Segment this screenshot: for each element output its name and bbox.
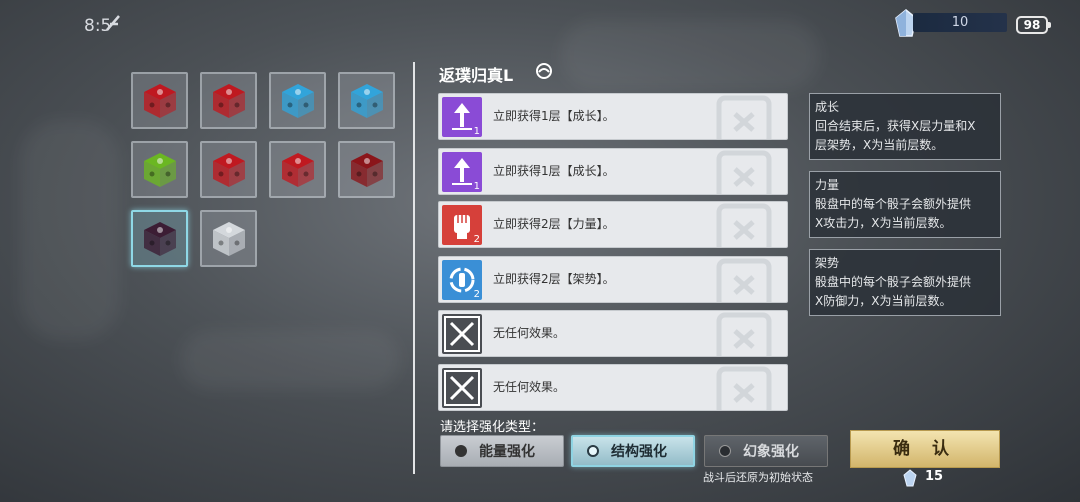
dice-cube-icon [143,221,176,256]
dice-red-blue-1[interactable] [200,141,257,198]
stance-shield-icon: 2 [442,260,482,300]
bg-streak [180,330,400,390]
radio-dot-icon [719,445,731,457]
strength-fist-icon: 2 [442,205,482,245]
effect-card: 1 立即获得1层【成长】。 [438,148,788,195]
bg-streak [20,120,120,340]
growth-icon: 1 [442,152,482,192]
dice-red-blue-2[interactable] [269,141,326,198]
tooltip-line1: 骰盘中的每个骰子会额外提供 [815,275,972,289]
dice-cube-icon [350,152,383,187]
dice-dark-purple[interactable] [131,210,188,267]
dice-dark-red[interactable] [338,141,395,198]
dice-red-2[interactable] [200,72,257,129]
card-watermark-icon [716,95,772,139]
panel-divider [413,62,415,474]
dice-cube-icon [281,83,314,118]
dice-cube-icon [212,152,245,187]
option-label: 结构强化 [611,444,667,460]
empty-x-icon [442,368,482,408]
radio-dot-icon [455,445,467,457]
dice-green[interactable] [131,141,188,198]
card-title: 返璞归真L [439,66,514,85]
option-label: 幻象强化 [743,444,799,460]
radio-dot-icon [587,445,599,457]
keyword-tooltip: 成长回合结束后，获得X层力量和X 层架势，X为当前层数。 [809,93,1001,160]
tooltip-line2: X防御力，X为当前层数。 [815,294,952,308]
card-watermark-icon [716,203,772,247]
effect-level: 2 [473,289,480,300]
effect-text: 无任何效果。 [493,326,566,340]
energy-enhance-option[interactable]: 能量强化 [440,435,564,467]
dice-red-1[interactable] [131,72,188,129]
effect-card: 1 立即获得1层【成长】。 [438,93,788,140]
effect-text: 立即获得1层【成长】。 [493,109,615,123]
signal-icon [106,15,120,31]
effect-level: 2 [473,234,480,245]
illusion-enhance-option[interactable]: 幻象强化 [704,435,828,467]
tooltip-line2: 层架势，X为当前层数。 [815,138,944,152]
tooltip-line1: 骰盘中的每个骰子会额外提供 [815,197,972,211]
effect-text: 立即获得2层【力量】。 [493,217,615,231]
dice-blue-1[interactable] [269,72,326,129]
effect-card: 无任何效果。 [438,310,788,357]
tooltip-title: 成长 [815,100,840,114]
tooltip-title: 架势 [815,256,840,270]
empty-x-icon [442,314,482,354]
growth-icon: 1 [442,97,482,137]
confirm-cost: 15 [925,469,944,484]
battery-indicator: 98 [1016,16,1051,34]
effect-level: 1 [473,181,480,192]
keyword-tooltip: 力量骰盘中的每个骰子会额外提供 X攻击力，X为当前层数。 [809,171,1001,238]
dice-cube-icon [212,221,245,256]
effect-card: 2 立即获得2层【架势】。 [438,256,788,303]
tooltip-title: 力量 [815,178,840,192]
dice-cube-icon [212,83,245,118]
enhance-type-prompt: 请选择强化类型： [440,420,545,435]
dice-cube-icon [350,83,383,118]
dice-white[interactable] [200,210,257,267]
effect-card: 无任何效果。 [438,364,788,411]
card-watermark-icon [716,150,772,194]
bg-streak [560,20,820,90]
dice-blue-2[interactable] [338,72,395,129]
card-watermark-icon [716,258,772,302]
effect-card: 2 立即获得2层【力量】。 [438,201,788,248]
options-note: 战斗后还原为初始状态 [703,471,813,484]
card-watermark-icon [716,312,772,356]
tooltip-line2: X攻击力，X为当前层数。 [815,216,952,230]
option-label: 能量强化 [479,444,535,460]
effect-text: 无任何效果。 [493,380,566,394]
effect-text: 立即获得1层【成长】。 [493,164,615,178]
effect-level: 1 [473,126,480,137]
info-glyph-icon[interactable] [535,62,553,80]
dice-cube-icon [143,83,176,118]
crystal-counter: 10 [913,13,1007,32]
effect-text: 立即获得2层【架势】。 [493,272,615,286]
confirm-button[interactable]: 确 认 [850,430,1000,468]
keyword-tooltip: 架势骰盘中的每个骰子会额外提供 X防御力，X为当前层数。 [809,249,1001,316]
tooltip-line1: 回合结束后，获得X层力量和X [815,119,976,133]
structure-enhance-option[interactable]: 结构强化 [571,435,695,467]
dice-cube-icon [143,152,176,187]
card-watermark-icon [716,366,772,410]
dice-cube-icon [281,152,314,187]
crystal-cost-icon [903,469,917,487]
